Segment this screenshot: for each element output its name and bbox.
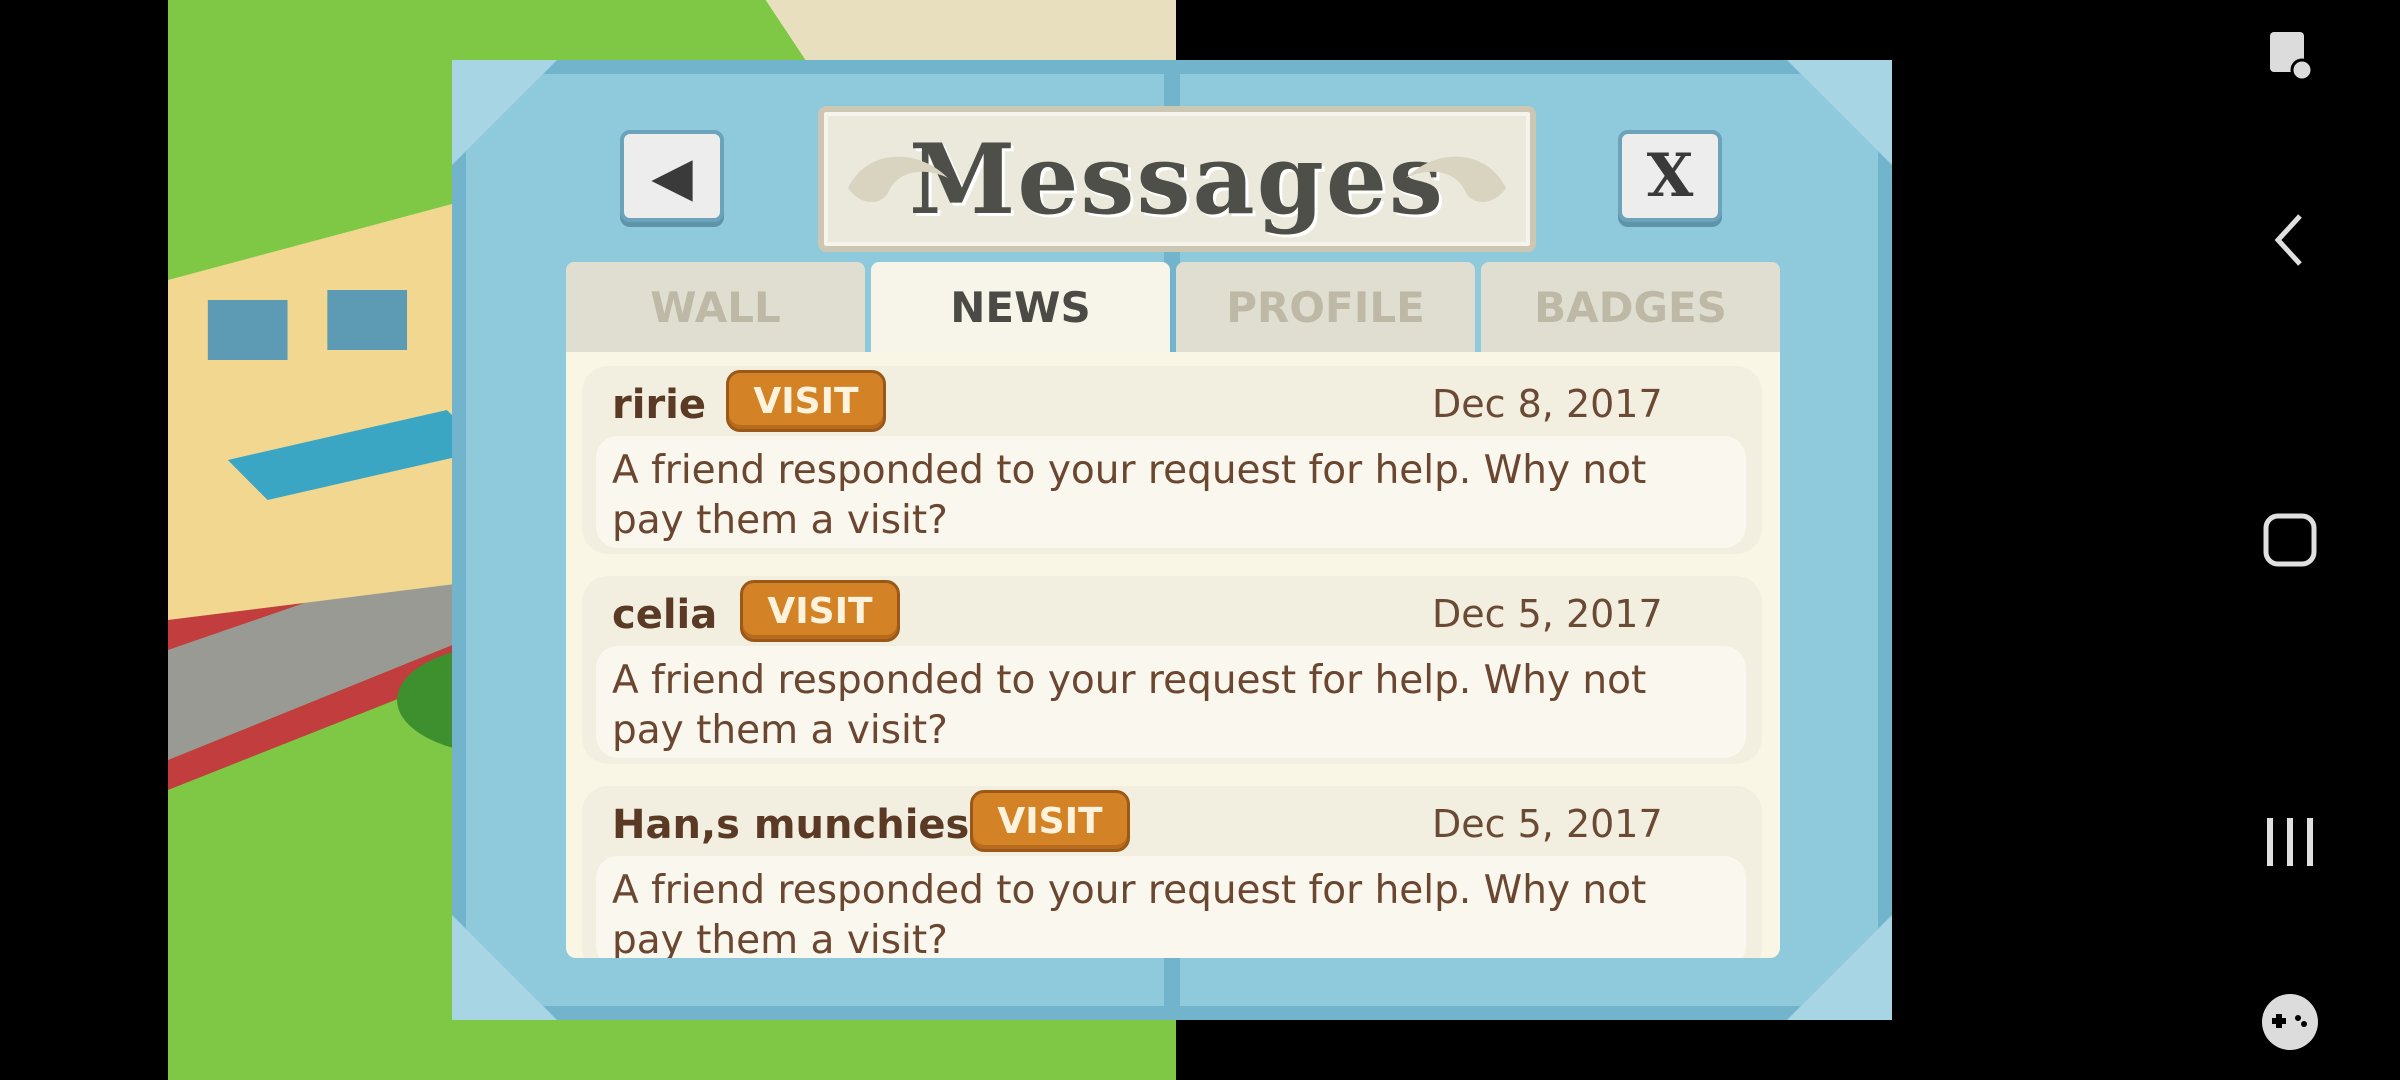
message-date: Dec 8, 2017 bbox=[1432, 382, 1663, 426]
tab-news[interactable]: NEWS bbox=[871, 262, 1170, 352]
visit-button[interactable]: VISIT bbox=[726, 370, 886, 432]
visit-button[interactable]: VISIT bbox=[740, 580, 900, 642]
tab-wall[interactable]: WALL bbox=[566, 262, 865, 352]
friend-name: Han,s munchies bbox=[612, 802, 970, 848]
back-arrow-icon: ◀ bbox=[651, 144, 693, 208]
message-text: A friend responded to your request for h… bbox=[596, 646, 1746, 758]
list-item: celia VISIT Dec 5, 2017 A friend respond… bbox=[582, 576, 1762, 764]
page-title: Messages bbox=[909, 122, 1445, 236]
close-button[interactable]: X bbox=[1618, 130, 1722, 222]
home-icon[interactable] bbox=[2260, 510, 2320, 574]
message-date: Dec 5, 2017 bbox=[1432, 592, 1663, 636]
tab-profile[interactable]: PROFILE bbox=[1176, 262, 1475, 352]
message-text: A friend responded to your request for h… bbox=[596, 436, 1746, 548]
title-plate: Messages bbox=[818, 106, 1536, 252]
news-list[interactable]: ririe VISIT Dec 8, 2017 A friend respond… bbox=[566, 352, 1780, 958]
friend-name: celia bbox=[612, 592, 718, 638]
left-swirl-ornament bbox=[848, 156, 948, 203]
list-item: Han,s munchies VISIT Dec 5, 2017 A frien… bbox=[582, 786, 1762, 958]
visit-button[interactable]: VISIT bbox=[970, 790, 1130, 852]
right-swirl-ornament bbox=[1406, 156, 1506, 203]
friend-name: ririe bbox=[612, 382, 707, 428]
message-tabs: WALL NEWS PROFILE BADGES bbox=[566, 262, 1780, 352]
recents-icon[interactable] bbox=[2263, 812, 2317, 876]
message-text: A friend responded to your request for h… bbox=[596, 856, 1746, 958]
close-icon: X bbox=[1646, 141, 1694, 211]
back-button[interactable]: ◀ bbox=[620, 130, 724, 222]
back-icon[interactable] bbox=[2270, 210, 2310, 274]
tab-badges[interactable]: BADGES bbox=[1481, 262, 1780, 352]
list-item: ririe VISIT Dec 8, 2017 A friend respond… bbox=[582, 366, 1762, 554]
messages-dialog: ◀ Messages X WALL NEWS PROFILE BADGES ri… bbox=[452, 60, 1892, 1020]
game-launcher-icon[interactable] bbox=[2258, 990, 2322, 1058]
screenshot-edit-icon[interactable] bbox=[2266, 26, 2314, 90]
message-date: Dec 5, 2017 bbox=[1432, 802, 1663, 846]
